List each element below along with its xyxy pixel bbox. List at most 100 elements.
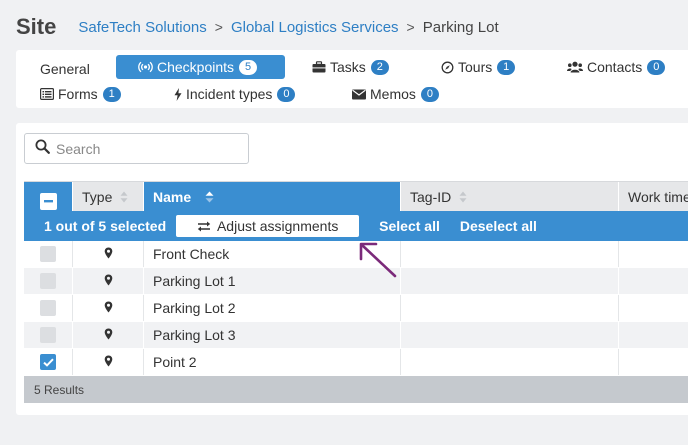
tab-label: Checkpoints [157, 59, 235, 75]
tab-label: Incident types [186, 86, 273, 102]
tab-tours[interactable]: Tours 1 [441, 55, 516, 79]
selection-bar: 1 out of 5 selected Adjust assignments S… [24, 211, 688, 241]
type-cell [73, 241, 144, 267]
tab-badge: 1 [497, 59, 516, 75]
tab-checkpoints[interactable]: Checkpoints 5 [116, 55, 285, 79]
tab-badge: 0 [420, 86, 439, 102]
sort-asc-icon [205, 191, 214, 203]
row-checkbox[interactable] [40, 246, 56, 262]
tab-incident-types[interactable]: Incident types 0 [174, 82, 296, 106]
sort-icon [459, 191, 467, 203]
breadcrumb-link-company[interactable]: SafeTech Solutions [78, 19, 206, 36]
column-header-label: Work time [628, 188, 688, 205]
work-time-cell [619, 268, 688, 294]
adjust-assignments-button[interactable]: Adjust assignments [176, 215, 360, 237]
tab-badge: 0 [647, 59, 666, 75]
column-header-label: Name [153, 188, 192, 205]
table-row[interactable]: Front Check [24, 241, 688, 268]
tab-label: Contacts [587, 59, 643, 75]
name-cell: Parking Lot 3 [144, 322, 401, 348]
tab-tasks[interactable]: Tasks 2 [312, 55, 389, 79]
tab-general[interactable]: General [40, 57, 90, 81]
broadcast-icon [138, 61, 153, 73]
type-cell [73, 349, 144, 375]
table-row[interactable]: Point 2 [24, 349, 688, 376]
type-cell [73, 268, 144, 294]
search-icon [35, 139, 50, 159]
table-row[interactable]: Parking Lot 2 [24, 295, 688, 322]
column-header-tag-id[interactable]: Tag-ID [401, 182, 619, 211]
tab-label: Tasks [330, 59, 366, 75]
checkpoints-panel: Type Name Tag-ID Work time [16, 123, 688, 415]
tab-forms[interactable]: Forms 1 [40, 82, 121, 106]
row-checkbox-cell [24, 268, 73, 294]
map-marker-icon [104, 300, 113, 316]
tag-id-cell [401, 268, 619, 294]
row-checkbox-cell [24, 322, 73, 348]
tag-id-cell [401, 322, 619, 348]
work-time-cell [619, 322, 688, 348]
tab-badge: 2 [370, 59, 389, 75]
name-cell: Parking Lot 2 [144, 295, 401, 321]
work-time-cell [619, 241, 688, 267]
column-header-label: Tag-ID [410, 188, 452, 205]
results-count: 5 Results [34, 382, 85, 397]
map-marker-icon [104, 327, 113, 343]
row-checkbox[interactable] [40, 273, 56, 289]
adjust-assignments-label: Adjust assignments [216, 218, 339, 234]
column-header-name[interactable]: Name [144, 182, 401, 211]
tag-id-cell [401, 349, 619, 375]
map-marker-icon [104, 273, 113, 289]
row-checkbox-checked[interactable] [40, 354, 56, 370]
search-input[interactable] [56, 140, 236, 157]
selection-count: 1 out of 5 selected [44, 218, 167, 234]
table-row[interactable]: Parking Lot 3 [24, 322, 688, 349]
row-checkbox[interactable] [40, 300, 56, 316]
page-title: Site [16, 14, 57, 39]
bolt-icon [174, 87, 182, 101]
name-cell: Point 2 [144, 349, 401, 375]
breadcrumb-separator: > [214, 19, 223, 35]
table-row[interactable]: Parking Lot 1 [24, 268, 688, 295]
tab-badge: 0 [277, 86, 296, 102]
deselect-all-link[interactable]: Deselect all [460, 218, 537, 234]
column-header-label: Type [82, 188, 113, 205]
check-icon [42, 358, 54, 367]
breadcrumb: SafeTech Solutions > Global Logistics Se… [78, 19, 498, 36]
breadcrumb-separator: > [406, 19, 415, 35]
compass-icon [441, 61, 454, 74]
breadcrumb-link-customer[interactable]: Global Logistics Services [231, 19, 399, 36]
envelope-icon [352, 89, 366, 100]
row-checkbox-cell [24, 349, 73, 375]
tab-label: Forms [58, 86, 98, 102]
list-icon [40, 88, 54, 100]
row-checkbox-cell [24, 295, 73, 321]
tab-label: Memos [370, 86, 416, 102]
select-all-checkbox[interactable] [40, 193, 57, 210]
column-header-work-time[interactable]: Work time [619, 182, 688, 211]
tag-id-cell [401, 295, 619, 321]
work-time-cell [619, 349, 688, 375]
row-checkbox[interactable] [40, 327, 56, 343]
row-checkbox-cell [24, 241, 73, 267]
type-cell [73, 295, 144, 321]
exchange-icon [197, 221, 211, 232]
checkpoints-table: Type Name Tag-ID Work time 1 out of 5 se… [24, 181, 688, 403]
select-all-checkbox-cell[interactable] [24, 182, 73, 211]
briefcase-icon [312, 61, 326, 73]
breadcrumb-current: Parking Lot [422, 18, 499, 36]
tab-label: Tours [458, 59, 493, 75]
search-box [24, 133, 249, 164]
tab-memos[interactable]: Memos 0 [352, 82, 439, 106]
tab-contacts[interactable]: Contacts 0 [567, 55, 666, 79]
tab-label: General [40, 61, 90, 77]
select-all-link[interactable]: Select all [379, 218, 440, 234]
tab-badge: 1 [102, 86, 121, 102]
annotation-arrow-icon [359, 242, 397, 278]
column-header-type[interactable]: Type [73, 182, 144, 211]
tag-id-cell [401, 241, 619, 267]
sort-icon [120, 191, 128, 203]
table-footer: 5 Results [24, 376, 688, 403]
map-marker-icon [104, 246, 113, 262]
users-icon [567, 61, 583, 73]
